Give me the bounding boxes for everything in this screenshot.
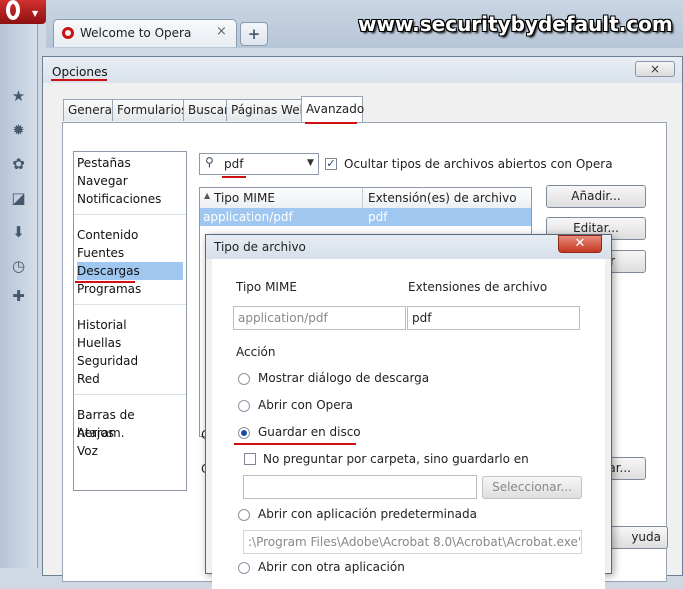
category-separator <box>74 304 186 305</box>
tab-close-icon[interactable]: × <box>216 24 227 39</box>
annotation-underline <box>305 122 357 124</box>
options-titlebar: Opciones × <box>43 57 682 83</box>
new-tab-button[interactable]: + <box>240 22 268 46</box>
category-list: Pestañas Navegar Notificaciones Contenid… <box>73 151 187 491</box>
hide-opened-checkbox[interactable]: ✓ <box>325 158 337 170</box>
radio-save-disk[interactable] <box>238 427 250 439</box>
file-type-title: Tipo de archivo <box>214 240 306 254</box>
file-type-close-button[interactable]: ✕ <box>558 235 602 253</box>
mime-label: Tipo MIME <box>236 280 297 294</box>
tab-paginas-web[interactable]: Páginas Web <box>226 99 307 121</box>
file-type-search[interactable]: ⚲ pdf ▼ <box>199 153 319 178</box>
category-separator <box>74 394 186 395</box>
radio-open-opera-label: Abrir con Opera <box>258 398 353 412</box>
file-type-dialog: Tipo de archivo ✕ Tipo MIME Extensiones … <box>205 234 612 589</box>
radio-show-download[interactable] <box>238 373 250 385</box>
add-button[interactable]: Añadir... <box>546 185 646 208</box>
watermark: www.securitybydefault.com <box>358 12 673 36</box>
radio-save-disk-label: Guardar en disco <box>258 425 361 439</box>
sort-asc-icon: ▲ <box>204 191 211 200</box>
category-notificaciones[interactable]: Notificaciones <box>77 190 183 208</box>
category-pestanas[interactable]: Pestañas <box>77 154 183 172</box>
add-panel-icon[interactable]: ✚ <box>10 288 27 305</box>
opera-logo-icon <box>6 0 20 20</box>
chevron-down-icon[interactable]: ▼ <box>307 158 314 168</box>
annotation-underline <box>222 176 246 178</box>
bookmarks-icon[interactable]: ★ <box>10 88 27 105</box>
table-row[interactable]: application/pdf pdf <box>200 208 531 226</box>
column-divider <box>362 188 363 208</box>
action-label: Acción <box>236 345 276 359</box>
extensions-label: Extensiones de archivo <box>408 280 548 294</box>
default-app-path-field[interactable]: :\Program Files\Adobe\Acrobat 8.0\Acroba… <box>243 530 582 554</box>
annotation-underline <box>234 443 356 445</box>
save-folder-field[interactable] <box>243 475 477 499</box>
category-atajos[interactable]: Atajos <box>77 424 183 442</box>
row-extension: pdf <box>368 210 388 224</box>
category-descargas[interactable]: Descargas <box>77 262 183 280</box>
file-type-titlebar: Tipo de archivo ✕ <box>206 235 611 259</box>
tab-avanzado[interactable]: Avanzado <box>301 96 364 122</box>
radio-other-app-label: Abrir con otra aplicación <box>258 560 405 574</box>
radio-open-opera[interactable] <box>238 400 250 412</box>
radio-show-download-label: Mostrar diálogo de descarga <box>258 371 430 385</box>
tab-buscar[interactable]: Buscar <box>183 99 229 121</box>
category-navegar[interactable]: Navegar <box>77 172 183 190</box>
row-mime: application/pdf <box>203 210 293 224</box>
category-contenido[interactable]: Contenido <box>77 226 183 244</box>
notes-icon[interactable]: ◪ <box>10 190 27 207</box>
tab-general[interactable]: General <box>63 99 115 121</box>
mime-field[interactable]: application/pdf <box>233 306 406 330</box>
tab-formularios[interactable]: Formularios <box>112 99 187 121</box>
chevron-down-icon: ▼ <box>32 9 39 18</box>
widgets-gear-icon[interactable]: ✹ <box>10 122 27 139</box>
radio-default-app-label: Abrir con aplicación predeterminada <box>258 507 477 521</box>
hide-opened-label: Ocultar tipos de archivos abiertos con O… <box>344 157 613 171</box>
category-fuentes[interactable]: Fuentes <box>77 244 183 262</box>
opera-menu-button[interactable]: ▼ <box>0 0 46 24</box>
category-seguridad[interactable]: Seguridad <box>77 352 183 370</box>
category-historial[interactable]: Historial <box>77 316 183 334</box>
extensions-field[interactable]: pdf <box>407 306 580 330</box>
tab-title: Welcome to Opera <box>80 26 192 40</box>
category-voz[interactable]: Voz <box>77 442 183 460</box>
options-title: Opciones <box>52 65 108 79</box>
category-huellas[interactable]: Huellas <box>77 334 183 352</box>
select-folder-button[interactable]: Seleccionar... <box>482 476 582 499</box>
table-header: ▲ Tipo MIME Extensión(es) de archivo <box>200 188 531 209</box>
radio-default-app[interactable] <box>238 509 250 521</box>
downloads-icon[interactable]: ⬇ <box>10 224 27 241</box>
search-input[interactable]: pdf <box>224 157 243 171</box>
category-separator <box>74 214 186 215</box>
category-barras[interactable]: Barras de herram. <box>77 406 183 440</box>
radio-other-app[interactable] <box>238 562 250 574</box>
opera-favicon-icon <box>62 27 74 39</box>
column-extension[interactable]: Extensión(es) de archivo <box>368 191 517 205</box>
annotation-underline <box>51 79 107 81</box>
history-clock-icon[interactable]: ◷ <box>10 258 27 275</box>
category-red[interactable]: Red <box>77 370 183 388</box>
column-mime[interactable]: Tipo MIME <box>214 191 275 205</box>
no-ask-checkbox[interactable] <box>244 453 256 465</box>
category-programas[interactable]: Programas <box>77 280 183 298</box>
options-close-button[interactable]: × <box>635 61 675 77</box>
no-ask-label: No preguntar por carpeta, sino guardarlo… <box>263 452 529 466</box>
unite-icon[interactable]: ✿ <box>10 156 27 173</box>
file-type-body: Tipo MIME Extensiones de archivo applica… <box>212 259 605 589</box>
tab-welcome[interactable]: Welcome to Opera × <box>53 19 237 47</box>
search-icon: ⚲ <box>205 155 214 169</box>
panel-sidebar: ★ ✹ ✿ ◪ ⬇ ◷ ✚ <box>0 24 38 568</box>
